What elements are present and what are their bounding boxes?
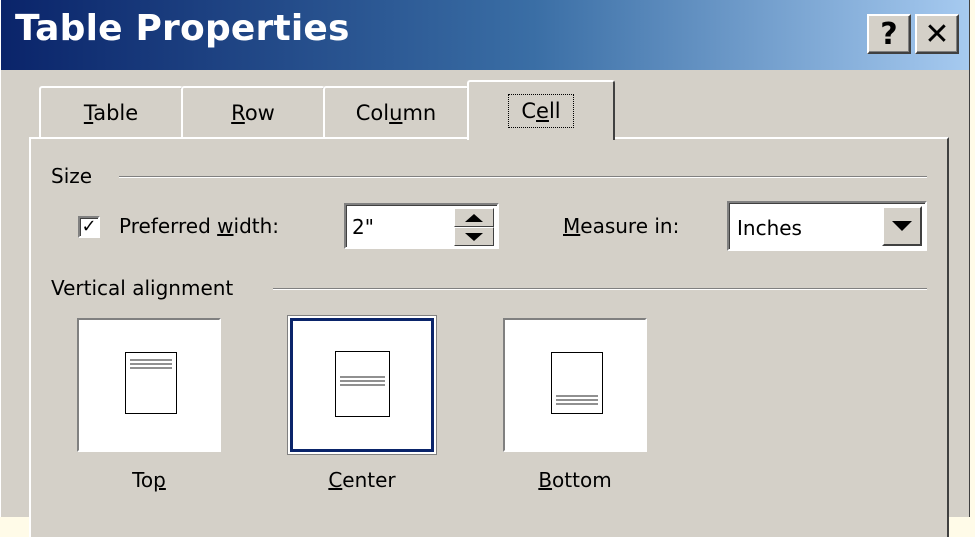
align-top-label: Top	[132, 468, 166, 492]
close-button[interactable]: ✕	[915, 14, 959, 54]
help-button[interactable]: ?	[867, 14, 911, 54]
checkmark-icon: ✓	[81, 216, 97, 237]
spin-down-button[interactable]	[454, 227, 494, 246]
align-top-button[interactable]	[77, 318, 221, 452]
close-icon: ✕	[924, 16, 950, 52]
align-bottom-icon	[551, 352, 603, 414]
title-bar[interactable]: Table Properties ? ✕	[1, 0, 969, 70]
measure-in-value: Inches	[737, 216, 802, 240]
align-top-icon	[125, 352, 177, 414]
tab-label: Column	[355, 101, 437, 125]
measure-in-label: Measure in:	[563, 214, 680, 238]
align-bottom-label: Bottom	[538, 468, 612, 492]
size-group-label: Size	[51, 164, 101, 188]
tab-column[interactable]: Column	[323, 86, 469, 138]
dialog-title: Table Properties	[15, 8, 350, 49]
preferred-width-label: Preferred width:	[119, 214, 280, 238]
help-icon: ?	[880, 16, 898, 52]
tab-label: Table	[83, 101, 139, 125]
preferred-width-input[interactable]: 2"	[344, 203, 499, 249]
size-group-divider	[119, 176, 927, 178]
tab-row[interactable]: Row	[181, 86, 325, 138]
align-bottom-button[interactable]	[503, 318, 647, 452]
align-center-button[interactable]	[290, 318, 434, 452]
tab-cell[interactable]: Cell	[467, 80, 615, 140]
tab-label: Cell	[508, 94, 574, 128]
table-properties-dialog: Table Properties ? ✕ Table Row Column Ce…	[0, 0, 970, 537]
vertical-alignment-group-divider	[273, 288, 927, 290]
preferred-width-checkbox[interactable]: ✓	[78, 216, 100, 238]
align-center-icon	[335, 351, 390, 417]
chevron-down-icon	[892, 221, 912, 231]
measure-in-select[interactable]: Inches	[727, 201, 927, 251]
spin-up-icon	[465, 213, 483, 222]
preferred-width-value: 2"	[352, 215, 374, 239]
tab-table[interactable]: Table	[39, 86, 183, 138]
align-center-label: Center	[328, 468, 396, 492]
spin-down-icon	[465, 232, 483, 241]
vertical-alignment-group-label: Vertical alignment	[51, 276, 242, 300]
tab-label: Row	[231, 101, 275, 125]
spin-up-button[interactable]	[454, 208, 494, 227]
measure-in-dropdown-button[interactable]	[882, 206, 922, 246]
